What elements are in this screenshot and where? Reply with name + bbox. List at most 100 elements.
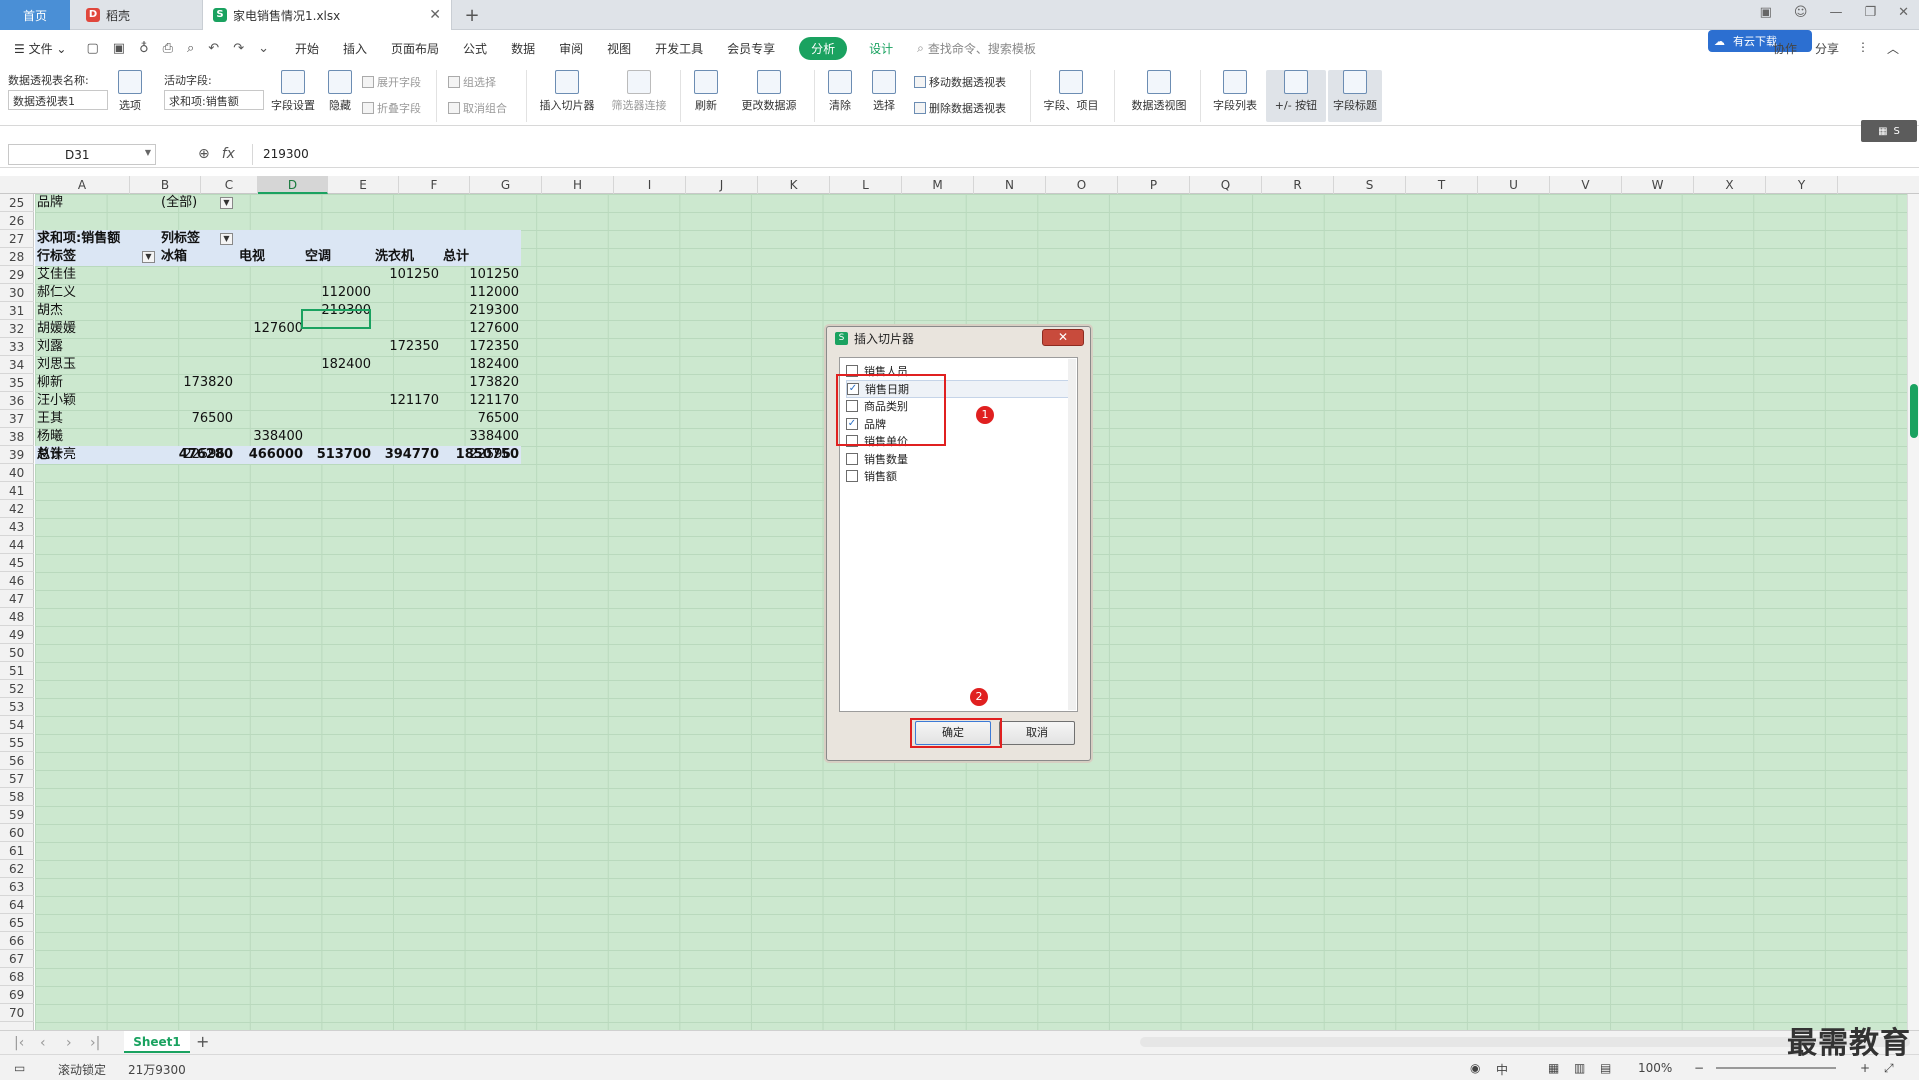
column-header-w[interactable]: W <box>1622 176 1694 194</box>
row-header[interactable]: 60 <box>0 824 34 842</box>
column-header-m[interactable]: M <box>902 176 974 194</box>
checkbox-icon[interactable] <box>846 452 858 465</box>
formula-input[interactable]: 219300 <box>252 144 1912 165</box>
close-window-icon[interactable]: ✕ <box>1898 5 1909 20</box>
input-method[interactable]: 中 <box>1496 1061 1508 1078</box>
row-header[interactable]: 42 <box>0 500 34 518</box>
scroll-thumb[interactable] <box>1910 384 1918 438</box>
menu-item-insert[interactable]: 插入 <box>343 40 367 57</box>
share-button[interactable]: 分享 <box>1815 40 1839 57</box>
row-header[interactable]: 70 <box>0 1004 34 1022</box>
new-tab-button[interactable]: + <box>458 0 486 30</box>
row-header[interactable]: 38 <box>0 428 34 446</box>
normal-view-icon[interactable]: ▦ <box>1548 1061 1559 1075</box>
sheet-tab-sheet1[interactable]: Sheet1 <box>124 1031 190 1053</box>
row-label-dropdown-icon[interactable]: ▼ <box>142 251 155 263</box>
column-header-s[interactable]: S <box>1334 176 1406 194</box>
zoom-icon[interactable]: ⊕ <box>198 146 210 162</box>
fullscreen-icon[interactable]: ⤢ <box>1884 1061 1894 1076</box>
row-header[interactable]: 44 <box>0 536 34 554</box>
row-header[interactable]: 61 <box>0 842 34 860</box>
refresh-button[interactable]: 刷新 <box>686 70 726 113</box>
row-header[interactable]: 34 <box>0 356 34 374</box>
menu-item-layout[interactable]: 页面布局 <box>391 40 439 57</box>
row-header[interactable]: 35 <box>0 374 34 392</box>
row-header[interactable]: 27 <box>0 230 34 248</box>
row-header[interactable]: 48 <box>0 608 34 626</box>
row-header[interactable]: 29 <box>0 266 34 284</box>
delete-pivot-button[interactable]: 删除数据透视表 <box>914 100 1006 116</box>
prev-sheet-icon[interactable]: ‹ <box>40 1035 46 1051</box>
row-header[interactable]: 67 <box>0 950 34 968</box>
save-icon[interactable]: ▣ <box>113 41 125 56</box>
column-header-f[interactable]: F <box>399 176 470 194</box>
avatar[interactable]: ☺ <box>1794 5 1808 20</box>
row-header[interactable]: 40 <box>0 464 34 482</box>
hide-button[interactable]: 隐藏 <box>324 70 356 113</box>
row-header[interactable]: 33 <box>0 338 34 356</box>
slicer-option[interactable]: 销售数量 <box>846 450 1072 468</box>
fields-items-button[interactable]: 字段、项目 <box>1036 70 1106 113</box>
group-selection-button[interactable]: 组选择 <box>448 74 496 90</box>
clear-button[interactable]: 清除 <box>820 70 860 113</box>
column-header-b[interactable]: B <box>130 176 201 194</box>
row-header[interactable]: 64 <box>0 896 34 914</box>
column-header-t[interactable]: T <box>1406 176 1478 194</box>
column-header-l[interactable]: L <box>830 176 902 194</box>
column-header-y[interactable]: Y <box>1766 176 1838 194</box>
options-button[interactable]: 选项 <box>112 70 148 113</box>
ungroup-button[interactable]: 取消组合 <box>448 100 507 116</box>
tab-document[interactable]: S 家电销售情况1.xlsx ✕ <box>202 0 452 30</box>
column-header-h[interactable]: H <box>542 176 614 194</box>
preview-icon[interactable]: ⌕ <box>187 41 194 56</box>
menu-item-review[interactable]: 审阅 <box>559 40 583 57</box>
row-header[interactable]: 31 <box>0 302 34 320</box>
row-header[interactable]: 53 <box>0 698 34 716</box>
column-header-d[interactable]: D <box>258 176 328 194</box>
page-break-icon[interactable]: ▤ <box>1600 1061 1611 1075</box>
column-header-r[interactable]: R <box>1262 176 1334 194</box>
close-icon[interactable]: ✕ <box>1042 329 1084 346</box>
cancel-button[interactable]: 取消 <box>999 721 1075 745</box>
expand-field-button[interactable]: 展开字段 <box>362 74 421 90</box>
side-widget[interactable]: ▦ S <box>1861 120 1917 142</box>
close-tab-icon[interactable]: ✕ <box>429 7 441 23</box>
menu-item-analyze[interactable]: 分析 <box>799 36 848 60</box>
pivot-name-input[interactable]: 数据透视表1 <box>8 90 108 110</box>
zoom-slider[interactable] <box>1716 1067 1836 1069</box>
slicer-option[interactable]: 销售额 <box>846 467 1072 485</box>
new-icon[interactable]: ▢ <box>86 41 98 56</box>
row-header[interactable]: 57 <box>0 770 34 788</box>
redo-icon[interactable]: ↷ <box>233 41 244 56</box>
row-header[interactable]: 54 <box>0 716 34 734</box>
menu-item-start[interactable]: 开始 <box>295 40 319 57</box>
row-header[interactable]: 39 <box>0 446 34 464</box>
row-header[interactable]: 68 <box>0 968 34 986</box>
row-header[interactable]: 30 <box>0 284 34 302</box>
column-header-o[interactable]: O <box>1046 176 1118 194</box>
row-header[interactable]: 41 <box>0 482 34 500</box>
column-header-a[interactable]: A <box>35 176 130 194</box>
column-header-i[interactable]: I <box>614 176 686 194</box>
first-sheet-icon[interactable]: |‹ <box>14 1035 24 1051</box>
row-header[interactable]: 49 <box>0 626 34 644</box>
print-icon[interactable]: ⎙ <box>163 41 173 56</box>
filter-connection-button[interactable]: 筛选器连接 <box>604 70 674 113</box>
tab-home[interactable]: 首页 <box>0 0 70 30</box>
menu-item-devtools[interactable]: 开发工具 <box>655 40 703 57</box>
row-header[interactable]: 66 <box>0 932 34 950</box>
menu-item-data[interactable]: 数据 <box>511 40 535 57</box>
column-header-k[interactable]: K <box>758 176 830 194</box>
more-options-icon[interactable]: ⋮ <box>1857 40 1869 57</box>
minimize-icon[interactable]: — <box>1829 5 1842 20</box>
selected-cell[interactable] <box>301 309 371 329</box>
row-header[interactable]: 45 <box>0 554 34 572</box>
row-header[interactable]: 25 <box>0 194 34 212</box>
next-sheet-icon[interactable]: › <box>66 1035 72 1051</box>
macro-icon[interactable]: ▭ <box>14 1061 25 1075</box>
column-header-p[interactable]: P <box>1118 176 1190 194</box>
row-header[interactable]: 55 <box>0 734 34 752</box>
format-painter-icon[interactable]: ♁ <box>139 41 149 56</box>
column-header-e[interactable]: E <box>328 176 399 194</box>
column-label-dropdown-icon[interactable]: ▼ <box>220 233 233 245</box>
